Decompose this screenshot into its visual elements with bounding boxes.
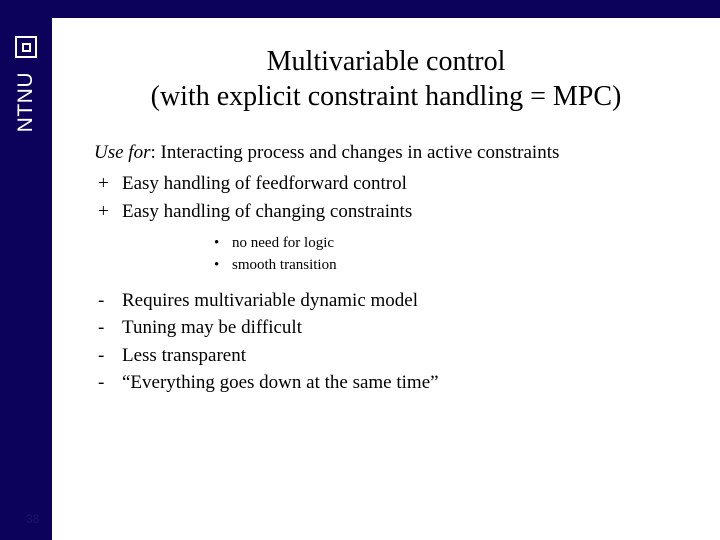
pros-list: Easy handling of feedforward control Eas…	[94, 170, 678, 225]
slide-title: Multivariable control (with explicit con…	[94, 44, 678, 114]
list-item: Requires multivariable dynamic model	[94, 287, 678, 315]
list-item: no need for logic	[214, 233, 678, 255]
list-item: Less transparent	[94, 342, 678, 370]
sub-list: no need for logic smooth transition	[214, 233, 678, 277]
use-for-text: : Interacting process and changes in act…	[150, 142, 559, 163]
list-item: smooth transition	[214, 255, 678, 277]
list-item: Easy handling of changing constraints	[94, 198, 678, 226]
ntnu-logo-inner-icon	[22, 43, 31, 52]
slide-number: 38	[26, 512, 39, 526]
list-item: Easy handling of feedforward control	[94, 170, 678, 198]
brand-text: NTNU	[14, 72, 38, 132]
list-item: “Everything goes down at the same time”	[94, 369, 678, 397]
use-for-line: Use for: Interacting process and changes…	[94, 142, 678, 164]
cons-list: Requires multivariable dynamic model Tun…	[94, 287, 678, 397]
title-line-1: Multivariable control	[267, 46, 506, 77]
sidebar: NTNU	[0, 0, 52, 540]
slide-content: Multivariable control (with explicit con…	[52, 18, 720, 540]
ntnu-logo-icon	[15, 36, 37, 58]
top-bar	[0, 0, 720, 18]
title-line-2: (with explicit constraint handling = MPC…	[94, 79, 678, 114]
use-for-label: Use for	[94, 142, 150, 163]
list-item: Tuning may be difficult	[94, 314, 678, 342]
